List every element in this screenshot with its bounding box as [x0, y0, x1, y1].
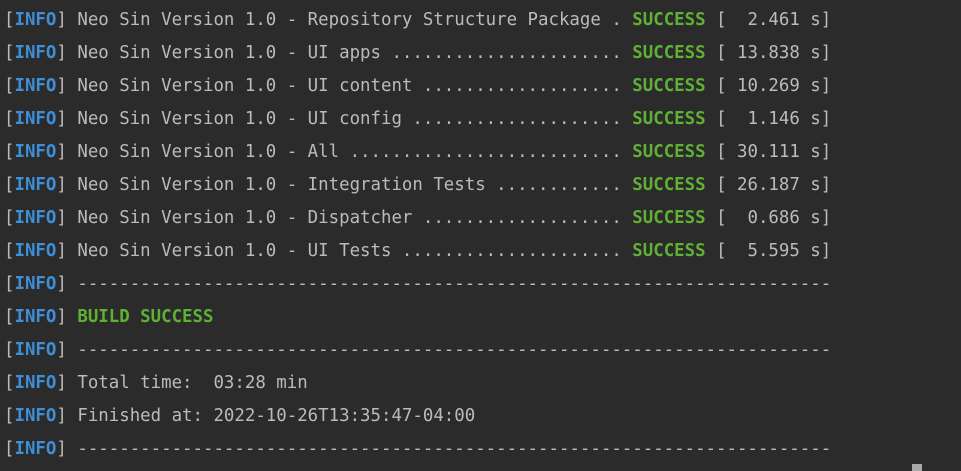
module-status: SUCCESS	[632, 43, 706, 63]
log-line-module: [INFO] Neo Sin Version 1.0 - All .......…	[4, 136, 831, 169]
log-level: INFO	[14, 307, 57, 327]
module-time: [ 5.595 s]	[716, 241, 832, 261]
module-time: [ 26.187 s]	[716, 175, 832, 195]
level-bracket-close: ]	[56, 373, 67, 393]
module-time: [ 10.269 s]	[716, 76, 832, 96]
level-bracket-open: [	[4, 274, 15, 294]
level-bracket-open: [	[4, 109, 15, 129]
log-line-separator: [INFO] ---------------------------------…	[4, 433, 831, 466]
level-bracket-open: [	[4, 10, 15, 30]
log-line-module: [INFO] Neo Sin Version 1.0 - Dispatcher …	[4, 202, 831, 235]
module-time: [ 2.461 s]	[716, 10, 832, 30]
level-bracket-close: ]	[56, 274, 67, 294]
log-level: INFO	[14, 10, 57, 30]
level-bracket-open: [	[4, 340, 15, 360]
level-bracket-open: [	[4, 43, 15, 63]
module-name: Neo Sin Version 1.0 - All ..............…	[77, 142, 622, 162]
module-status: SUCCESS	[632, 109, 706, 129]
log-line-module: [INFO] Neo Sin Version 1.0 - UI Tests ..…	[4, 235, 831, 268]
module-time: [ 13.838 s]	[716, 43, 832, 63]
text-cursor	[912, 464, 922, 471]
level-bracket-close: ]	[56, 208, 67, 228]
module-name: Neo Sin Version 1.0 - UI content .......…	[77, 76, 622, 96]
level-bracket-open: [	[4, 307, 15, 327]
separator-line: ----------------------------------------…	[77, 439, 832, 459]
level-bracket-open: [	[4, 175, 15, 195]
module-name: Neo Sin Version 1.0 - UI apps ..........…	[77, 43, 622, 63]
log-line-separator: [INFO] ---------------------------------…	[4, 268, 831, 301]
log-level: INFO	[14, 208, 57, 228]
level-bracket-close: ]	[56, 43, 67, 63]
level-bracket-close: ]	[56, 307, 67, 327]
level-bracket-close: ]	[56, 175, 67, 195]
log-line-module: [INFO] Neo Sin Version 1.0 - UI apps ...…	[4, 37, 831, 70]
finished-at: Finished at: 2022-10-26T13:35:47-04:00	[77, 406, 476, 426]
module-time: [ 0.686 s]	[716, 208, 832, 228]
level-bracket-open: [	[4, 406, 15, 426]
log-line-module: [INFO] Neo Sin Version 1.0 - Repository …	[4, 4, 831, 37]
log-level: INFO	[14, 76, 57, 96]
log-level: INFO	[14, 43, 57, 63]
module-status: SUCCESS	[632, 142, 706, 162]
log-line-module: [INFO] Neo Sin Version 1.0 - Integration…	[4, 169, 831, 202]
module-time: [ 30.111 s]	[716, 142, 832, 162]
log-level: INFO	[14, 406, 57, 426]
level-bracket-close: ]	[56, 439, 67, 459]
log-level: INFO	[14, 373, 57, 393]
log-level: INFO	[14, 340, 57, 360]
level-bracket-open: [	[4, 373, 15, 393]
log-level: INFO	[14, 274, 57, 294]
module-status: SUCCESS	[632, 208, 706, 228]
log-level: INFO	[14, 241, 57, 261]
build-result: BUILD SUCCESS	[77, 307, 214, 327]
module-status: SUCCESS	[632, 241, 706, 261]
level-bracket-close: ]	[56, 76, 67, 96]
level-bracket-open: [	[4, 241, 15, 261]
log-line-separator: [INFO] ---------------------------------…	[4, 334, 831, 367]
log-line-total-time: [INFO] Total time: 03:28 min	[4, 367, 831, 400]
log-line-module: [INFO] Neo Sin Version 1.0 - UI content …	[4, 70, 831, 103]
log-level: INFO	[14, 109, 57, 129]
log-level: INFO	[14, 175, 57, 195]
module-name: Neo Sin Version 1.0 - Integration Tests …	[77, 175, 622, 195]
module-status: SUCCESS	[632, 76, 706, 96]
console-output[interactable]: [INFO] Neo Sin Version 1.0 - Repository …	[4, 4, 831, 466]
level-bracket-close: ]	[56, 142, 67, 162]
module-name: Neo Sin Version 1.0 - Repository Structu…	[77, 10, 622, 30]
total-time: Total time: 03:28 min	[77, 373, 308, 393]
module-name: Neo Sin Version 1.0 - UI config ........…	[77, 109, 622, 129]
log-line-build-result: [INFO] BUILD SUCCESS	[4, 301, 831, 334]
level-bracket-open: [	[4, 142, 15, 162]
level-bracket-close: ]	[56, 241, 67, 261]
module-name: Neo Sin Version 1.0 - Dispatcher .......…	[77, 208, 622, 228]
log-line-finished-at: [INFO] Finished at: 2022-10-26T13:35:47-…	[4, 400, 831, 433]
separator-line: ----------------------------------------…	[77, 274, 832, 294]
level-bracket-close: ]	[56, 340, 67, 360]
log-level: INFO	[14, 142, 57, 162]
level-bracket-close: ]	[56, 406, 67, 426]
level-bracket-close: ]	[56, 109, 67, 129]
level-bracket-open: [	[4, 76, 15, 96]
log-line-module: [INFO] Neo Sin Version 1.0 - UI config .…	[4, 103, 831, 136]
level-bracket-open: [	[4, 439, 15, 459]
module-status: SUCCESS	[632, 10, 706, 30]
module-status: SUCCESS	[632, 175, 706, 195]
separator-line: ----------------------------------------…	[77, 340, 832, 360]
module-name: Neo Sin Version 1.0 - UI Tests .........…	[77, 241, 622, 261]
module-time: [ 1.146 s]	[716, 109, 832, 129]
level-bracket-open: [	[4, 208, 15, 228]
log-level: INFO	[14, 439, 57, 459]
level-bracket-close: ]	[56, 10, 67, 30]
